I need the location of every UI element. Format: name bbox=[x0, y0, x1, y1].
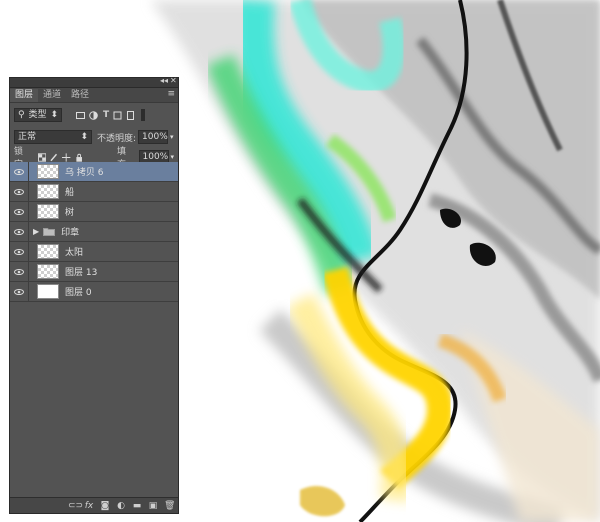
panel-tabs: 图层 通道 路径 ≡ bbox=[10, 88, 178, 103]
layer-name: 图层 0 bbox=[65, 288, 92, 298]
lock-brush-icon[interactable] bbox=[50, 153, 58, 162]
double-chevron-icon[interactable]: ◂◂ bbox=[160, 76, 168, 85]
trash-icon[interactable]: 🗑 bbox=[164, 501, 175, 511]
eye-icon[interactable] bbox=[10, 222, 29, 241]
layer-row[interactable]: 太阳 bbox=[10, 242, 178, 262]
lock-move-icon[interactable] bbox=[62, 152, 71, 162]
new-layer-icon[interactable]: ▣ bbox=[148, 501, 158, 511]
fx-icon[interactable]: fx bbox=[84, 501, 94, 511]
layer-name: 图层 13 bbox=[65, 268, 98, 278]
search-icon: ⚲ bbox=[18, 110, 25, 120]
tab-channels[interactable]: 通道 bbox=[38, 89, 66, 102]
filter-row: ⚲ 类型 ⬍ T bbox=[10, 105, 178, 125]
layer-row[interactable]: 船 bbox=[10, 182, 178, 202]
filter-kind-label: 类型 bbox=[28, 110, 47, 120]
layer-name: 太阳 bbox=[65, 248, 84, 258]
lock-all-icon[interactable] bbox=[75, 153, 83, 162]
panel-bottom-toolbar: ⊂⊃ fx ◙ ◐ ▬ ▣ 🗑 bbox=[10, 497, 178, 513]
layer-name: 印章 bbox=[61, 228, 80, 238]
layer-thumbnail bbox=[37, 284, 59, 299]
eye-icon[interactable] bbox=[10, 262, 29, 281]
layer-name: 船 bbox=[65, 188, 75, 198]
layer-name: 树 bbox=[65, 208, 75, 218]
layer-thumbnail bbox=[37, 164, 59, 179]
tab-paths[interactable]: 路径 bbox=[66, 89, 94, 102]
filter-kind-select[interactable]: ⚲ 类型 ⬍ bbox=[14, 108, 62, 122]
adjustment-icon[interactable]: ◐ bbox=[116, 501, 126, 511]
eye-icon[interactable] bbox=[10, 282, 29, 301]
fill-dropdown-icon[interactable]: ▾ bbox=[171, 153, 175, 161]
folder-icon bbox=[43, 228, 56, 236]
mask-icon[interactable]: ◙ bbox=[100, 501, 110, 511]
filter-toggle[interactable] bbox=[141, 109, 146, 121]
tab-layers[interactable]: 图层 bbox=[10, 89, 39, 102]
layers-panel: ◂◂ ✕ 图层 通道 路径 ≡ ⚲ 类型 ⬍ T 正常 ⬍ 不透明度: 100%… bbox=[9, 76, 179, 514]
blend-row: 正常 ⬍ 不透明度: 100% ▾ bbox=[10, 127, 178, 147]
opacity-input[interactable]: 100% bbox=[138, 130, 169, 144]
blend-mode-select[interactable]: 正常 ⬍ bbox=[14, 130, 92, 144]
link-icon[interactable]: ⊂⊃ bbox=[68, 501, 83, 511]
layer-row[interactable]: 图层 0 bbox=[10, 282, 178, 302]
layer-row[interactable]: 乌 拷贝 6 bbox=[10, 162, 178, 182]
close-icon[interactable]: ✕ bbox=[170, 76, 177, 85]
layer-group-row[interactable]: ▶ 印章 bbox=[10, 222, 178, 242]
opacity-value: 100% bbox=[142, 132, 168, 142]
eye-icon[interactable] bbox=[10, 242, 29, 261]
lock-transparent-icon[interactable] bbox=[37, 152, 46, 162]
layer-name: 乌 拷贝 6 bbox=[65, 168, 104, 178]
layer-row[interactable]: 树 bbox=[10, 202, 178, 222]
adjustment-filter-icon[interactable] bbox=[89, 110, 98, 120]
pixel-filter-icon[interactable] bbox=[76, 111, 85, 120]
layer-thumbnail bbox=[37, 204, 59, 219]
smart-object-filter-icon[interactable] bbox=[126, 110, 135, 120]
chevron-down-icon: ⬍ bbox=[80, 132, 88, 142]
opacity-dropdown-icon[interactable]: ▾ bbox=[170, 133, 174, 141]
layer-thumbnail bbox=[37, 244, 59, 259]
panel-titlebar[interactable]: ◂◂ ✕ bbox=[10, 76, 178, 88]
eye-icon[interactable] bbox=[10, 162, 29, 181]
type-filter-icon[interactable]: T bbox=[103, 110, 109, 120]
panel-menu-icon[interactable]: ≡ bbox=[167, 89, 175, 99]
layer-thumbnail bbox=[37, 264, 59, 279]
shape-filter-icon[interactable] bbox=[113, 111, 122, 120]
folder-icon[interactable]: ▬ bbox=[132, 501, 142, 511]
expand-arrow-icon[interactable]: ▶ bbox=[33, 227, 39, 236]
eye-icon[interactable] bbox=[10, 182, 29, 201]
chevron-down-icon: ⬍ bbox=[50, 110, 58, 120]
layer-thumbnail bbox=[37, 184, 59, 199]
layer-row[interactable]: 图层 13 bbox=[10, 262, 178, 282]
layers-list: 乌 拷贝 6 船 树 ▶ 印章 太阳 图层 13 图层 0 bbox=[10, 162, 178, 482]
blend-mode-value: 正常 bbox=[18, 132, 37, 142]
opacity-label: 不透明度: bbox=[97, 133, 137, 144]
eye-icon[interactable] bbox=[10, 202, 29, 221]
